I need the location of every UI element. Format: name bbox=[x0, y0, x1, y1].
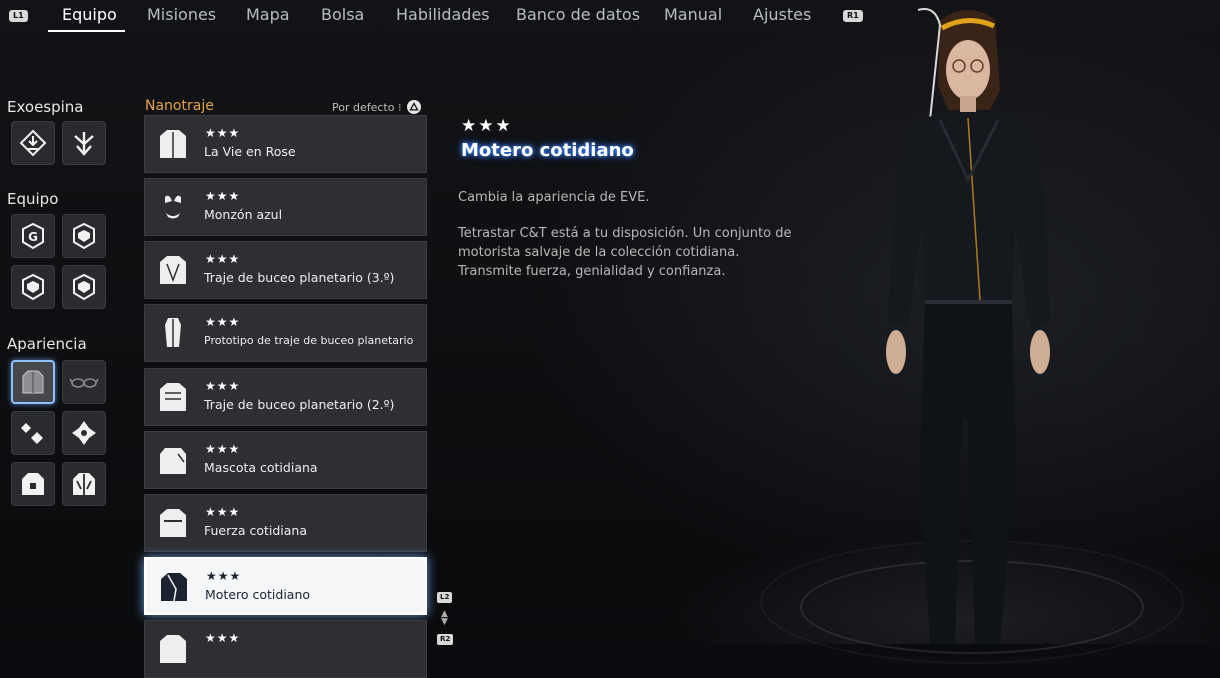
item-stars: ★★★ bbox=[205, 505, 241, 519]
list-item[interactable]: ★★★ Mascota cotidiana bbox=[144, 431, 427, 489]
item-name: Traje de buceo planetario (2.º) bbox=[204, 397, 395, 412]
sort-label[interactable]: Por defecto ⁝ bbox=[332, 101, 401, 114]
suit-thumbnail-icon bbox=[160, 130, 186, 158]
earrings-icon bbox=[21, 423, 43, 444]
detail-description-line: motorista salvaje de la colección cotidi… bbox=[458, 245, 740, 260]
l2-button-hint[interactable]: L2 bbox=[437, 592, 453, 603]
sort-label-text: Por defecto bbox=[332, 101, 395, 114]
list-item[interactable]: ★★★ Prototipo de traje de buceo planetar… bbox=[144, 304, 427, 362]
tab-misiones[interactable]: Misiones bbox=[147, 5, 216, 24]
item-stars: ★★★ bbox=[205, 252, 241, 266]
appearance-accessory-slot[interactable] bbox=[62, 411, 106, 455]
suit-thumbnail-icon bbox=[165, 195, 181, 219]
list-item[interactable]: ★★★ Traje de buceo planetario (3.º) bbox=[144, 241, 427, 299]
gear-shield-icon bbox=[73, 273, 95, 301]
list-title: Nanotraje bbox=[145, 98, 214, 114]
active-tab-underline bbox=[48, 30, 125, 32]
accessory-icon bbox=[72, 421, 96, 445]
scroll-arrows-icon: ▲ ▼ bbox=[441, 609, 448, 627]
tab-equipo[interactable]: Equipo bbox=[62, 5, 117, 24]
detail-description-line: Tetrastar C&T está a tu disposición. Un … bbox=[458, 226, 792, 241]
tab-mapa[interactable]: Mapa bbox=[246, 5, 290, 24]
tab-ajustes[interactable]: Ajustes bbox=[753, 5, 811, 24]
suit-thumbnail-icon bbox=[160, 635, 186, 663]
gear-slot-1[interactable]: G bbox=[11, 214, 55, 258]
suit-thumbnail-icon bbox=[160, 509, 186, 537]
suit-thumbnail-icon bbox=[160, 256, 186, 284]
tab-manual[interactable]: Manual bbox=[664, 5, 722, 24]
list-item[interactable]: ★★★ Fuerza cotidiana bbox=[144, 494, 427, 552]
item-stars: ★★★ bbox=[206, 569, 242, 583]
category-exospine-label: Exoespina bbox=[7, 98, 84, 116]
detail-description-line: Cambia la apariencia de EVE. bbox=[458, 190, 650, 205]
suit-thumbnail-icon bbox=[165, 318, 181, 347]
l1-button-hint[interactable]: L1 bbox=[9, 10, 28, 22]
suit-thumbnail-icon bbox=[160, 383, 186, 411]
suit-thumbnail-icon bbox=[161, 573, 187, 602]
gear-shield-icon bbox=[22, 273, 44, 301]
coat-icon bbox=[73, 473, 95, 495]
appearance-glasses-slot[interactable] bbox=[62, 360, 106, 404]
exospine-slot-1[interactable] bbox=[11, 121, 55, 165]
list-item[interactable]: ★★★ La Vie en Rose bbox=[144, 115, 427, 173]
gear-slot-3[interactable] bbox=[11, 265, 55, 309]
detail-stars: ★★★ bbox=[461, 116, 513, 136]
exospine-slot-2[interactable] bbox=[62, 121, 106, 165]
character-model bbox=[886, 8, 1050, 644]
detail-description-line: Transmite fuerza, genialidad y confianza… bbox=[458, 264, 726, 279]
gear-slot-2[interactable] bbox=[62, 214, 106, 258]
tab-bolsa[interactable]: Bolsa bbox=[321, 5, 364, 24]
item-name: Traje de buceo planetario (3.º) bbox=[204, 270, 395, 285]
list-item[interactable]: ★★★ Traje de buceo planetario (2.º) bbox=[144, 368, 427, 426]
item-name: Motero cotidiano bbox=[205, 587, 311, 602]
tab-habilidades[interactable]: Habilidades bbox=[396, 5, 490, 24]
item-stars: ★★★ bbox=[205, 126, 241, 140]
gear-slot-4[interactable] bbox=[62, 265, 106, 309]
item-name: Mascota cotidiana bbox=[204, 460, 318, 475]
item-stars: ★★★ bbox=[205, 315, 241, 329]
item-stars: ★★★ bbox=[205, 631, 241, 645]
item-name: Monzón azul bbox=[204, 207, 283, 222]
suit-thumbnail-icon bbox=[160, 448, 186, 474]
item-stars: ★★★ bbox=[205, 442, 241, 456]
list-item[interactable]: ★★★ Monzón azul bbox=[144, 178, 427, 236]
tab-banco-de-datos[interactable]: Banco de datos bbox=[516, 5, 640, 24]
appearance-earrings-slot[interactable] bbox=[11, 411, 55, 455]
r2-button-hint[interactable]: R2 bbox=[437, 634, 454, 645]
appearance-jacket-slot[interactable] bbox=[11, 462, 55, 506]
glasses-icon bbox=[69, 378, 99, 388]
appearance-nanosuit-slot[interactable] bbox=[11, 360, 55, 404]
appearance-coat-slot[interactable] bbox=[62, 462, 106, 506]
sort-triangle-button-icon[interactable] bbox=[407, 100, 421, 114]
category-gear-label: Equipo bbox=[7, 190, 59, 208]
nanosuit-icon bbox=[22, 370, 44, 394]
item-stars: ★★★ bbox=[205, 379, 241, 393]
detail-title: Motero cotidiano bbox=[461, 140, 634, 161]
exospine-arrow-icon bbox=[74, 132, 94, 156]
list-item-selected[interactable]: ★★★ Motero cotidiano bbox=[144, 557, 427, 615]
item-name: Fuerza cotidiana bbox=[204, 523, 307, 538]
jacket-icon bbox=[22, 473, 44, 495]
item-stars: ★★★ bbox=[205, 189, 241, 203]
exospine-diamond-icon bbox=[19, 129, 47, 157]
svg-text:G: G bbox=[28, 230, 38, 244]
category-appearance-label: Apariencia bbox=[7, 335, 87, 353]
gear-shield-icon bbox=[73, 222, 95, 250]
item-name: La Vie en Rose bbox=[204, 144, 296, 159]
gear-g-icon: G bbox=[22, 222, 44, 250]
list-item[interactable]: ★★★ bbox=[144, 620, 427, 678]
item-name: Prototipo de traje de buceo planetario bbox=[204, 334, 414, 347]
